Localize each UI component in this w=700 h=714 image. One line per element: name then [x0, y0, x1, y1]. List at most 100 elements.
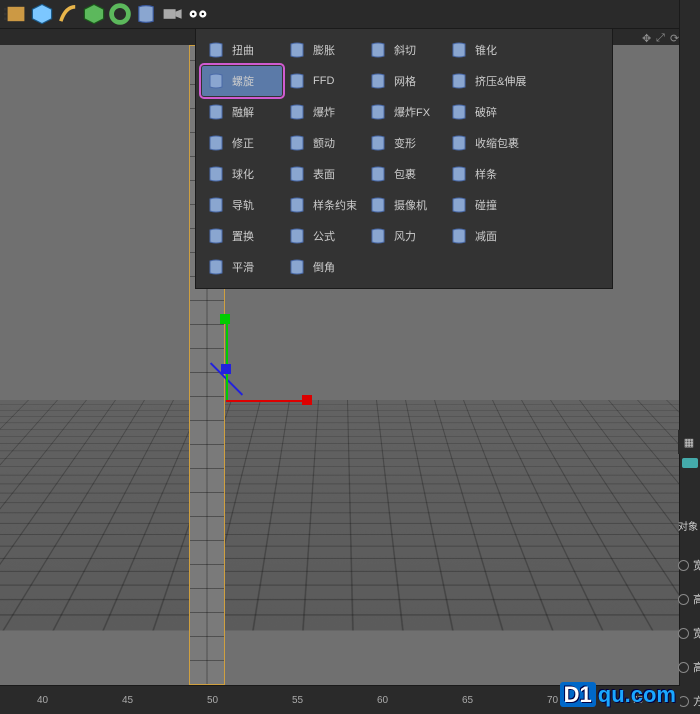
deformer-explosion[interactable]: 爆炸 [283, 97, 363, 127]
collision-icon [449, 195, 469, 215]
deformer-label: 修正 [232, 135, 254, 151]
deformer-jiggle[interactable]: 颤动 [283, 128, 363, 158]
deformer-label: 网格 [394, 73, 416, 89]
bevel-icon [449, 226, 469, 246]
deformer-ffd[interactable]: FFD [283, 66, 363, 96]
deformer-menu: 扭曲 膨胀 斜切 锥化螺旋 FFD 网格 挤压&伸展融解爆炸 爆炸FX 破碎修正 颤动 变形 收缩包裹… [195, 28, 613, 289]
material-swatch[interactable] [682, 458, 698, 468]
mesh-icon [368, 71, 388, 91]
deformer-correction[interactable]: 修正 [202, 128, 282, 158]
twist-icon [206, 40, 226, 60]
handle-y[interactable] [220, 314, 230, 324]
deformer-extrude-stretch[interactable]: 挤压&伸展 [445, 66, 525, 96]
deformer-chamfer[interactable]: 倒角 [283, 252, 363, 282]
deformer-smooth[interactable]: 平滑 [202, 252, 282, 282]
deformer-icon[interactable] [134, 2, 158, 26]
frame-tick: 40 [37, 695, 48, 706]
floor-grid [0, 400, 680, 630]
pan-icon[interactable]: ✥ [642, 32, 652, 42]
deformer-mesh[interactable]: 网格 [364, 66, 444, 96]
explosionfx-icon [368, 102, 388, 122]
deformer-label: 扭曲 [232, 42, 254, 58]
morph-icon [368, 133, 388, 153]
formula-icon [287, 226, 307, 246]
prop-option-4[interactable]: 方 [678, 693, 700, 709]
deformer-shatter[interactable]: 破碎 [445, 97, 525, 127]
deformer-spline[interactable]: 样条 [445, 159, 525, 189]
deformer-label: 碰撞 [475, 197, 497, 213]
deformer-wind[interactable]: 风力 [364, 221, 444, 251]
deformer-morph[interactable]: 变形 [364, 128, 444, 158]
film-icon[interactable] [4, 2, 28, 26]
main-toolbar [0, 0, 700, 29]
deformer-label: 螺旋 [232, 73, 254, 89]
cube-icon[interactable] [30, 2, 54, 26]
deformer-surface[interactable]: 表面 [283, 159, 363, 189]
axis-y[interactable] [226, 320, 228, 400]
deformer-bevel[interactable]: 减面 [445, 221, 525, 251]
handle-x[interactable] [302, 395, 312, 405]
object-properties: 对象宽高宽高方 [676, 488, 700, 698]
radio-icon[interactable] [678, 662, 689, 673]
taper-icon [449, 40, 469, 60]
deformer-label: 变形 [394, 135, 416, 151]
prop-label: 高 [693, 659, 700, 675]
prop-label: 方 [693, 693, 700, 709]
deformer-spherify[interactable]: 球化 [202, 159, 282, 189]
spline-icon [449, 164, 469, 184]
zoom-icon[interactable]: ⤢ [656, 32, 666, 42]
prop-option-0[interactable]: 宽 [678, 557, 700, 573]
deformer-label: 倒角 [313, 259, 335, 275]
watermark: D1qu.com [560, 682, 676, 708]
deformer-explosionfx[interactable]: 爆炸FX [364, 97, 444, 127]
prop-label: 宽 [693, 625, 700, 641]
chamfer-icon [287, 257, 307, 277]
deformer-shrinkwrap[interactable]: 收缩包裹 [445, 128, 525, 158]
deformer-label: 减面 [475, 228, 497, 244]
frame-tick: 55 [292, 695, 303, 706]
handle-z[interactable] [221, 364, 231, 374]
panel-grid-icon[interactable]: ▦ [678, 430, 700, 454]
deformer-bulge[interactable]: 膨胀 [283, 35, 363, 65]
prop-option-2[interactable]: 宽 [678, 625, 700, 641]
radio-icon[interactable] [678, 560, 689, 571]
prop-option-1[interactable]: 高 [678, 591, 700, 607]
deformer-wrap[interactable]: 包裹 [364, 159, 444, 189]
camera-icon[interactable] [160, 2, 184, 26]
wrap-icon [368, 164, 388, 184]
deformer-label: 置换 [232, 228, 254, 244]
radio-icon[interactable] [678, 594, 689, 605]
axis-x[interactable] [226, 400, 306, 402]
torus-icon[interactable] [108, 2, 132, 26]
deformer-label: 斜切 [394, 42, 416, 58]
deformer-collision[interactable]: 碰撞 [445, 190, 525, 220]
deformer-spline-constraint[interactable]: 样条约束 [283, 190, 363, 220]
camera-icon [368, 195, 388, 215]
deformer-shear[interactable]: 斜切 [364, 35, 444, 65]
deformer-label: 破碎 [475, 104, 497, 120]
deformer-camera[interactable]: 摄像机 [364, 190, 444, 220]
radio-icon[interactable] [678, 628, 689, 639]
explosion-icon [287, 102, 307, 122]
deformer-rail[interactable]: 导轨 [202, 190, 282, 220]
deformer-taper[interactable]: 锥化 [445, 35, 525, 65]
deformer-displace[interactable]: 置换 [202, 221, 282, 251]
brush-icon[interactable] [56, 2, 80, 26]
deformer-label: 包裹 [394, 166, 416, 182]
eyes-icon[interactable] [186, 2, 210, 26]
prop-option-3[interactable]: 高 [678, 659, 700, 675]
shrinkwrap-icon [449, 133, 469, 153]
deformer-twist[interactable]: 扭曲 [202, 35, 282, 65]
frame-tick: 50 [207, 695, 218, 706]
deformer-screw[interactable]: 螺旋 [202, 66, 282, 96]
spherify-icon [206, 164, 226, 184]
deformer-formula[interactable]: 公式 [283, 221, 363, 251]
deformer-label: 平滑 [232, 259, 254, 275]
deformer-label: 膨胀 [313, 42, 335, 58]
melt-icon [206, 102, 226, 122]
correction-icon [206, 133, 226, 153]
deformer-label: FFD [313, 75, 334, 87]
deformer-melt[interactable]: 融解 [202, 97, 282, 127]
green-cube-icon[interactable] [82, 2, 106, 26]
deformer-label: 爆炸FX [394, 104, 430, 120]
